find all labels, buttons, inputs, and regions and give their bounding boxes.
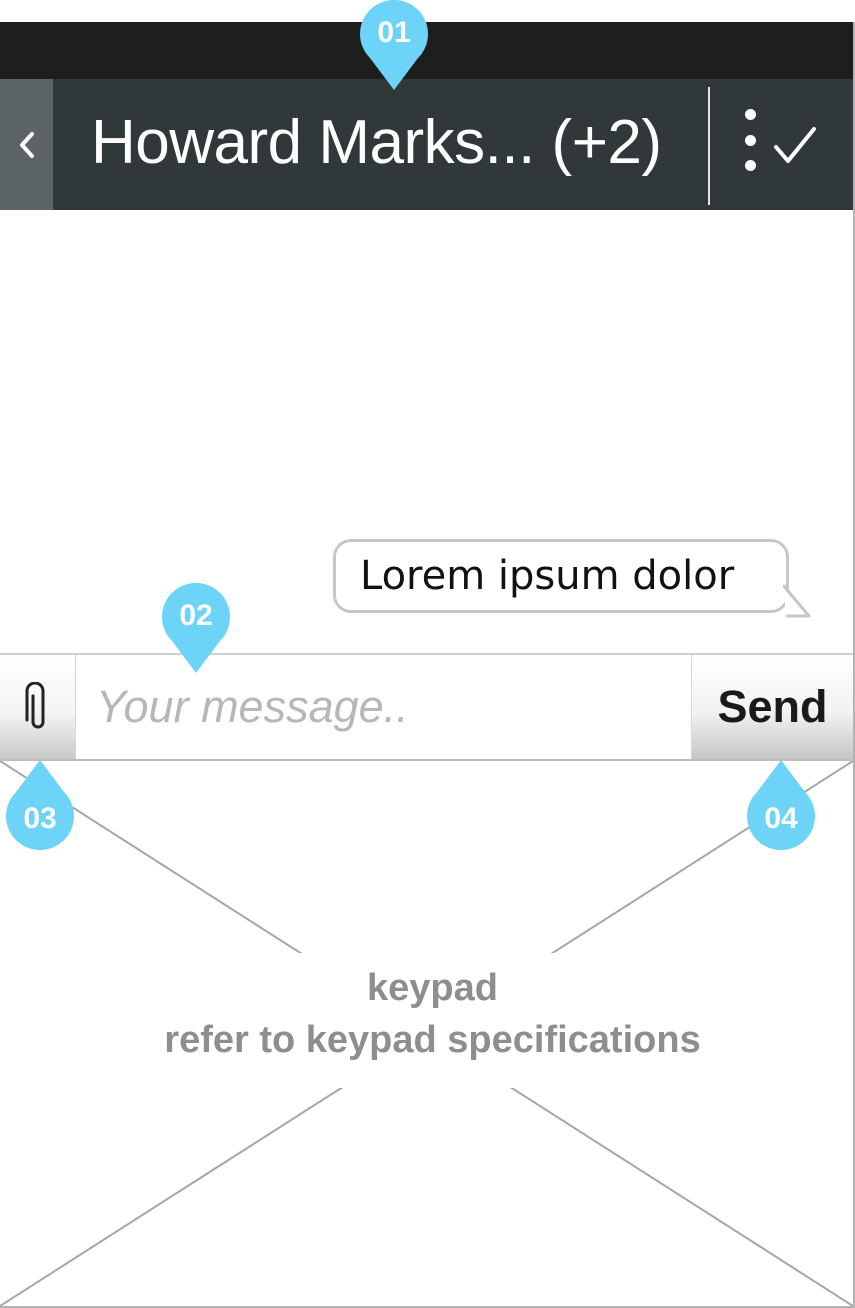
callout-label: 01 (377, 16, 411, 49)
callout-label: 02 (179, 599, 213, 632)
keypad-subtitle: refer to keypad specifications (164, 1019, 701, 1061)
chevron-left-icon (19, 131, 34, 158)
message-list: Lorem ipsum dolor (0, 210, 853, 653)
callout-01: 01 (358, 0, 430, 90)
keypad-placeholder: keypad refer to keypad specifications (0, 761, 853, 1306)
header-divider (708, 87, 710, 205)
keypad-title: keypad (367, 967, 498, 1009)
send-button[interactable]: Send (691, 655, 853, 759)
paperclip-icon (25, 682, 44, 729)
conversation-header: Howard Marks... (+2) (0, 79, 853, 210)
back-button[interactable] (0, 79, 53, 210)
phone-screen: Howard Marks... (+2) Lorem ipsum dolor S… (0, 22, 855, 1308)
attach-button[interactable] (0, 655, 76, 759)
bubble-tail (783, 584, 811, 618)
callout-02: 02 (160, 583, 232, 673)
vertical-dots-icon[interactable] (738, 109, 770, 181)
message-composer: Send (0, 653, 853, 761)
callout-label: 04 (764, 802, 798, 835)
conversation-title[interactable]: Howard Marks... (+2) (91, 103, 662, 183)
callout-04: 04 (745, 760, 817, 850)
message-bubble: Lorem ipsum dolor (333, 539, 789, 613)
callout-03: 03 (4, 760, 76, 850)
checkmark-icon[interactable] (770, 115, 820, 175)
callout-label: 03 (23, 802, 57, 835)
